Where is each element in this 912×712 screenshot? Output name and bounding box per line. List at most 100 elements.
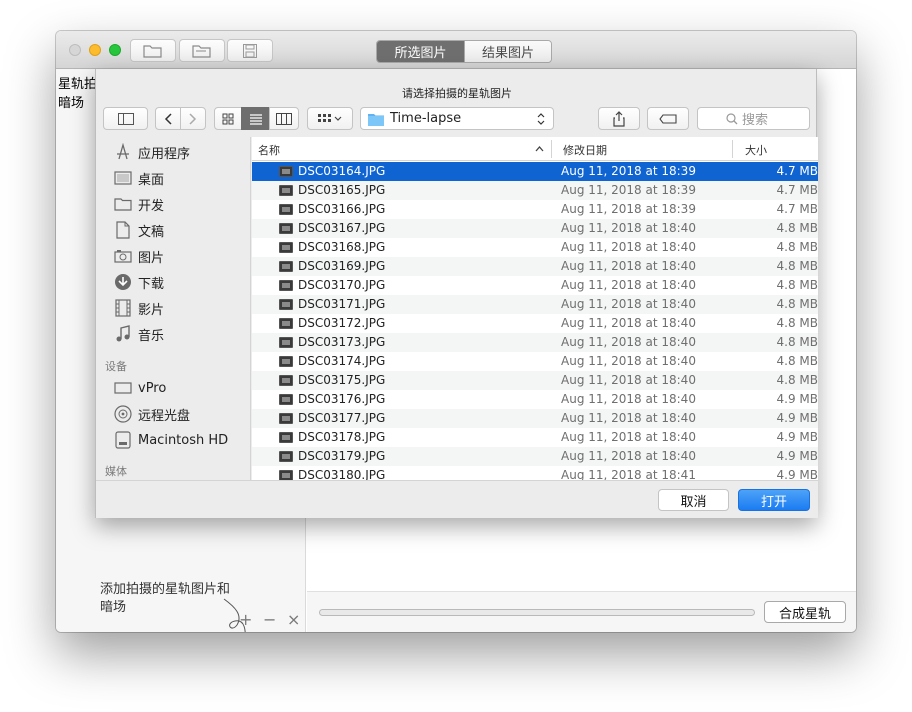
file-row[interactable]: DSC03165.JPG Aug 11, 2018 at 18:39 4.7 MB <box>252 181 818 200</box>
file-row[interactable]: DSC03174.JPG Aug 11, 2018 at 18:40 4.8 MB <box>252 352 818 371</box>
file-row[interactable]: DSC03173.JPG Aug 11, 2018 at 18:40 4.8 MB <box>252 333 818 352</box>
file-name: DSC03167.JPG <box>298 221 386 235</box>
sidebar-item-develop[interactable]: 开发 <box>113 194 164 214</box>
sidebar-item-downloads[interactable]: 下载 <box>113 272 164 292</box>
icon-view-button[interactable] <box>214 107 242 130</box>
list-view-button[interactable] <box>241 107 270 130</box>
image-file-icon <box>279 451 293 462</box>
file-row[interactable]: DSC03178.JPG Aug 11, 2018 at 18:40 4.9 MB <box>252 428 818 447</box>
image-file-icon <box>279 185 293 196</box>
tab-result-images[interactable]: 结果图片 <box>464 41 551 62</box>
column-header-name[interactable]: 名称 <box>258 142 280 158</box>
cancel-button[interactable]: 取消 <box>658 489 729 511</box>
sidebar-item-label: 开发 <box>138 198 165 214</box>
sidebar-item-macintosh-hd[interactable]: Macintosh HD <box>113 430 228 450</box>
tags-button[interactable] <box>647 107 689 130</box>
sidebar-item-label: 应用程序 <box>138 146 191 162</box>
file-row[interactable]: DSC03171.JPG Aug 11, 2018 at 18:40 4.8 MB <box>252 295 818 314</box>
computer-icon <box>113 379 133 397</box>
bottom-bar: 合成星轨 <box>307 591 856 632</box>
remove-button[interactable]: − <box>263 610 276 629</box>
sidebar-item-label: 远程光盘 <box>138 408 191 424</box>
image-file-icon <box>279 223 293 234</box>
open-folder-button[interactable] <box>130 39 176 62</box>
file-date: Aug 11, 2018 at 18:39 <box>561 164 696 178</box>
sidebar-item-applications[interactable]: 应用程序 <box>113 142 190 162</box>
remote-disc-icon <box>113 405 133 423</box>
sidebar-item-label: 下载 <box>138 276 165 292</box>
close-window-button[interactable] <box>69 44 81 56</box>
file-name: DSC03173.JPG <box>298 335 386 349</box>
sheet-title: 请选择拍摄的星轨图片 <box>402 87 512 100</box>
share-button[interactable] <box>598 107 640 130</box>
file-row[interactable]: DSC03176.JPG Aug 11, 2018 at 18:40 4.9 MB <box>252 390 818 409</box>
file-row[interactable]: DSC03170.JPG Aug 11, 2018 at 18:40 4.8 MB <box>252 276 818 295</box>
open-button[interactable]: 打开 <box>738 489 810 511</box>
file-date: Aug 11, 2018 at 18:40 <box>561 278 696 292</box>
file-size: 4.8 MB <box>776 259 818 273</box>
sidebar-item-label: vPro <box>138 380 167 396</box>
file-date: Aug 11, 2018 at 18:40 <box>561 240 696 254</box>
file-size: 4.9 MB <box>776 392 818 406</box>
sidebar-item-vpro[interactable]: vPro <box>113 378 166 398</box>
desktop-icon <box>113 169 133 187</box>
file-row[interactable]: DSC03179.JPG Aug 11, 2018 at 18:40 4.9 MB <box>252 447 818 466</box>
clear-button[interactable]: × <box>287 610 300 629</box>
file-row[interactable]: DSC03166.JPG Aug 11, 2018 at 18:39 4.7 MB <box>252 200 818 219</box>
column-header-size[interactable]: 大小 <box>745 142 767 158</box>
file-row[interactable]: DSC03177.JPG Aug 11, 2018 at 18:40 4.9 MB <box>252 409 818 428</box>
file-row[interactable]: DSC03169.JPG Aug 11, 2018 at 18:40 4.8 MB <box>252 257 818 276</box>
folder-icon <box>192 44 211 58</box>
back-button[interactable] <box>155 107 181 130</box>
titlebar: 所选图片 结果图片 <box>56 31 856 69</box>
file-date: Aug 11, 2018 at 18:39 <box>561 183 696 197</box>
sheet-sidebar: 应用程序 桌面 开发 文稿 图片 下载 影片 音乐 设备 vPro 远程光盘 M… <box>96 137 251 480</box>
file-row[interactable]: DSC03172.JPG Aug 11, 2018 at 18:40 4.8 MB <box>252 314 818 333</box>
sidebar-item-desktop[interactable]: 桌面 <box>113 168 164 188</box>
open-dark-folder-button[interactable] <box>179 39 225 62</box>
sidebar-item-music[interactable]: 音乐 <box>113 324 164 344</box>
image-file-icon <box>279 299 293 310</box>
sidebar-item-movies[interactable]: 影片 <box>113 298 164 318</box>
location-label: Time-lapse <box>390 111 462 126</box>
sort-ascending-icon <box>535 146 544 152</box>
column-header-date[interactable]: 修改日期 <box>563 142 607 158</box>
file-name: DSC03180.JPG <box>298 468 386 480</box>
arrange-menu-button[interactable] <box>307 107 353 130</box>
zoom-window-button[interactable] <box>109 44 121 56</box>
file-size: 4.8 MB <box>776 354 818 368</box>
save-button[interactable] <box>227 39 273 62</box>
sidebar-item-label: 桌面 <box>138 172 165 188</box>
sheet-footer: 取消 打开 <box>96 480 818 518</box>
image-file-icon <box>279 280 293 291</box>
column-divider <box>551 140 552 158</box>
search-field[interactable]: 搜索 <box>697 107 810 130</box>
downloads-icon <box>113 273 133 291</box>
forward-button[interactable] <box>180 107 206 130</box>
sidebar-item-remote-disc[interactable]: 远程光盘 <box>113 404 190 424</box>
list-item-startrail[interactable]: 星轨拍 <box>58 73 97 92</box>
file-size: 4.8 MB <box>776 278 818 292</box>
file-row[interactable]: DSC03175.JPG Aug 11, 2018 at 18:40 4.8 MB <box>252 371 818 390</box>
file-date: Aug 11, 2018 at 18:40 <box>561 392 696 406</box>
file-row[interactable]: DSC03168.JPG Aug 11, 2018 at 18:40 4.8 MB <box>252 238 818 257</box>
image-file-icon <box>279 242 293 253</box>
music-icon <box>113 325 133 343</box>
list-item-darkframe[interactable]: 暗场 <box>58 92 84 111</box>
file-row[interactable]: DSC03180.JPG Aug 11, 2018 at 18:41 4.9 MB <box>252 466 818 480</box>
toggle-sidebar-button[interactable] <box>103 107 148 130</box>
file-date: Aug 11, 2018 at 18:40 <box>561 297 696 311</box>
file-row[interactable]: DSC03164.JPG Aug 11, 2018 at 18:39 4.7 MB <box>252 162 818 181</box>
location-popup[interactable]: Time-lapse <box>360 107 554 130</box>
sidebar-item-pictures[interactable]: 图片 <box>113 246 164 266</box>
file-row[interactable]: DSC03167.JPG Aug 11, 2018 at 18:40 4.8 MB <box>252 219 818 238</box>
column-view-button[interactable] <box>269 107 299 130</box>
sidebar-item-documents[interactable]: 文稿 <box>113 220 164 240</box>
grid-icon <box>222 113 234 124</box>
tab-selected-images[interactable]: 所选图片 <box>377 41 464 62</box>
add-button[interactable]: + <box>239 610 252 629</box>
file-list: 名称 修改日期 大小 DSC03164.JPG Aug 11, 2018 at 1… <box>252 137 818 480</box>
minimize-window-button[interactable] <box>89 44 101 56</box>
sidebar-item-label: 图片 <box>138 250 165 266</box>
compose-startrail-button[interactable]: 合成星轨 <box>764 601 846 623</box>
